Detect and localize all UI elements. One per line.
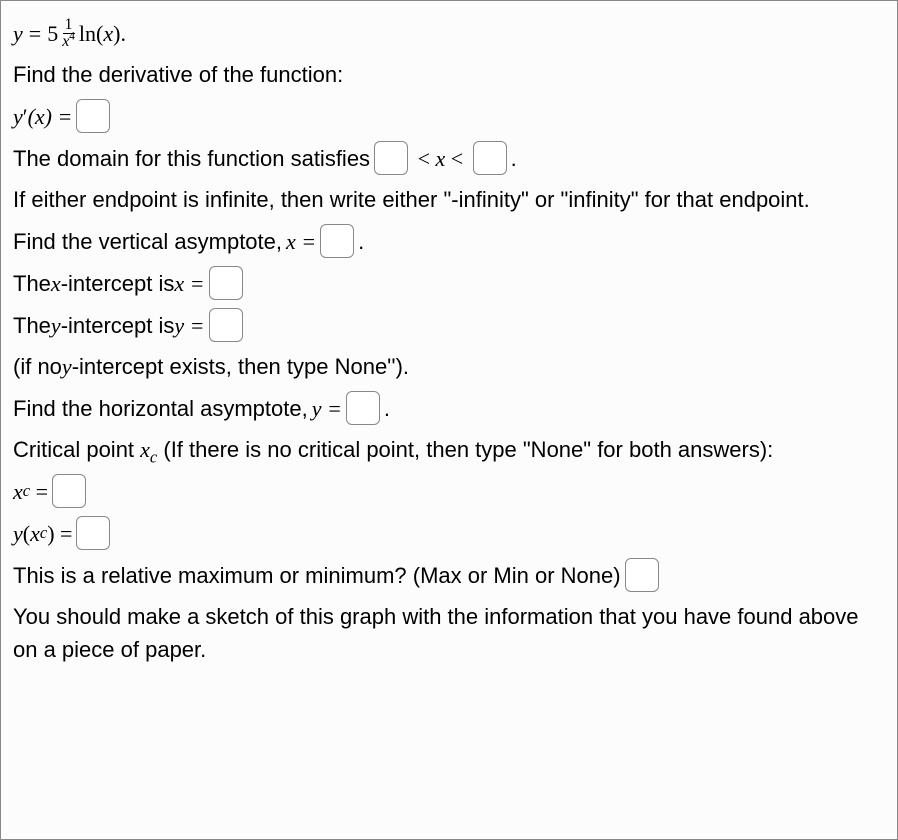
eq-period: . (120, 17, 126, 50)
horizontal-asymptote-input[interactable] (346, 391, 380, 425)
yxc-close: ) = (47, 517, 72, 550)
y-int-pre: The (13, 309, 51, 342)
eq-arg: (x) (96, 17, 120, 50)
vertical-asymptote-line: Find the vertical asymptote, x = . (13, 224, 885, 258)
no-y-note-line: (if no y -intercept exists, then type No… (13, 350, 885, 383)
domain-lower-input[interactable] (374, 141, 408, 175)
yxc-open: ( (23, 517, 30, 550)
cp-text-pre: Critical point (13, 437, 140, 462)
va-text: Find the vertical asymptote, (13, 225, 282, 258)
find-derivative-text: Find the derivative of the function: (13, 58, 885, 91)
domain-text: The domain for this function satisfies (13, 142, 370, 175)
eq-fraction: 1 x4 (60, 17, 77, 50)
x-int-pre: The (13, 267, 51, 300)
sketch-note: You should make a sketch of this graph w… (13, 600, 885, 666)
critical-point-line: Critical point xc (If there is no critic… (13, 433, 885, 466)
ha-text: Find the horizontal asymptote, (13, 392, 308, 425)
y-intercept-input[interactable] (209, 308, 243, 342)
domain-var: x (435, 142, 445, 175)
yxc-line: y(xc) = (13, 516, 885, 550)
xc-line: xc = (13, 474, 885, 508)
y-int-var: y (51, 309, 61, 342)
max-min-line: This is a relative maximum or minimum? (… (13, 558, 885, 592)
x-intercept-line: The x -intercept is x = (13, 266, 885, 300)
x-int-eq: x = (174, 267, 204, 300)
problem-container: y = 5 1 x4 ln (x) . Find the derivative … (0, 0, 898, 840)
eq-func: ln (79, 17, 96, 50)
cp-text-post: (If there is no critical point, then typ… (157, 437, 773, 462)
derivative-lhs: y′(x) = (13, 100, 72, 133)
no-y-pre: (if no (13, 350, 62, 383)
cp-var: x (140, 437, 150, 462)
derivative-input[interactable] (76, 99, 110, 133)
va-period: . (358, 225, 364, 258)
horizontal-asymptote-line: Find the horizontal asymptote, y = . (13, 391, 885, 425)
xc-eq: = (30, 475, 48, 508)
lt2: < (445, 142, 468, 175)
function-equation: y = 5 1 x4 ln (x) . (13, 17, 885, 50)
yxc-x: x (30, 517, 40, 550)
yxc-input[interactable] (76, 516, 110, 550)
domain-upper-input[interactable] (473, 141, 507, 175)
frac-den: x4 (60, 34, 77, 50)
y-int-eq: y = (174, 309, 204, 342)
y-int-text: -intercept is (61, 309, 175, 342)
x-int-var: x (51, 267, 61, 300)
eq-coef: 5 (47, 17, 58, 50)
domain-period: . (511, 142, 517, 175)
derivative-line: y′(x) = (13, 99, 885, 133)
max-min-text: This is a relative maximum or minimum? (… (13, 559, 621, 592)
va-var: x = (286, 225, 316, 258)
eq-equals: = (29, 17, 41, 50)
xc-base: x (13, 475, 23, 508)
vertical-asymptote-input[interactable] (320, 224, 354, 258)
no-y-var: y (62, 350, 72, 383)
ha-period: . (384, 392, 390, 425)
domain-line: The domain for this function satisfies <… (13, 141, 885, 175)
lt1: < (412, 142, 435, 175)
y-intercept-line: The y -intercept is y = (13, 308, 885, 342)
infinite-note: If either endpoint is infinite, then wri… (13, 183, 885, 216)
max-min-input[interactable] (625, 558, 659, 592)
xc-input[interactable] (52, 474, 86, 508)
no-y-text: -intercept exists, then type None''). (72, 350, 409, 383)
x-int-text: -intercept is (61, 267, 175, 300)
x-intercept-input[interactable] (209, 266, 243, 300)
ha-var: y = (312, 392, 342, 425)
yxc-y: y (13, 517, 23, 550)
eq-lhs: y (13, 17, 23, 50)
